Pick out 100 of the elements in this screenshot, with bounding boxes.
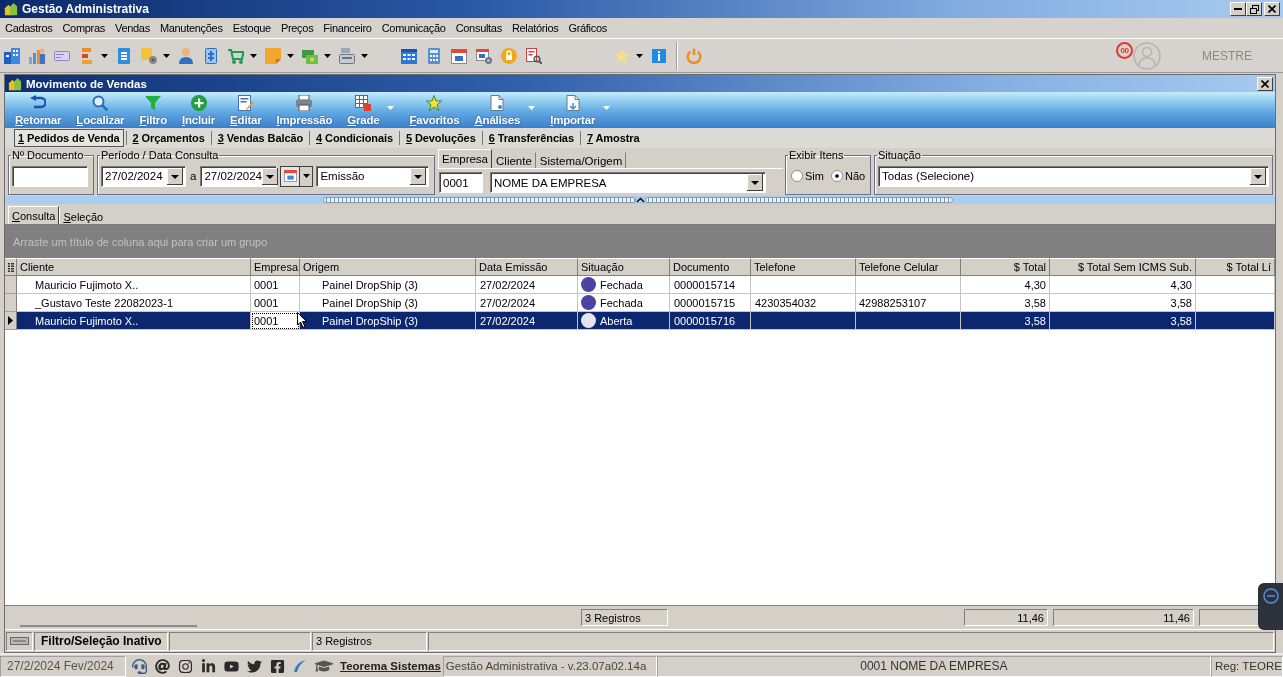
status-dropdown[interactable]: Todas (Selecione): [878, 165, 1269, 187]
app-logo-icon: [8, 76, 22, 91]
radio-option[interactable]: Não: [830, 170, 866, 182]
calendar-icon: [451, 47, 467, 64]
splitter-grip[interactable]: [323, 197, 636, 203]
group-label: Exibir Itens: [788, 149, 845, 161]
column-header[interactable]: Telefone Celular: [856, 258, 961, 276]
status-label: Aberta: [600, 314, 633, 327]
calendar-grid-icon: [401, 47, 417, 64]
column-header[interactable]: Origem: [300, 258, 476, 276]
splitter-bar[interactable]: [5, 196, 1275, 204]
mouse-pointer-icon: [297, 312, 307, 328]
close-icon: [1268, 5, 1276, 13]
caret-icon: [163, 53, 170, 58]
close-button[interactable]: [1257, 76, 1273, 91]
caret-icon: [361, 53, 368, 58]
menu-item[interactable]: Comunicação: [376, 19, 451, 37]
child-window-title: Movimento de Vendas: [26, 77, 148, 90]
column-header[interactable]: Documento: [670, 258, 751, 276]
tab[interactable]: 4 Condicionais: [312, 129, 397, 147]
menu-item[interactable]: Financeiro: [318, 19, 377, 37]
tab[interactable]: 1 Pedidos de Venda: [14, 129, 124, 147]
money-icon: [302, 47, 318, 64]
minimize-icon: [1234, 8, 1242, 10]
caret-icon: [250, 53, 257, 58]
table-row[interactable]: _Gustavo Teste 22082023-1 0001 Painel DropShip (3) 27/02/2024 Fechada 0000015715 4230354032 42988253107 3,58 3,58: [5, 294, 1275, 312]
caret-icon: [324, 53, 331, 58]
linkedin-icon[interactable]: [201, 658, 216, 674]
tab[interactable]: 2 Orçamentos: [128, 129, 209, 147]
date-type-dropdown[interactable]: Emissão: [316, 165, 430, 187]
menu-item[interactable]: Gráficos: [563, 19, 612, 37]
minus-circle-icon: [1262, 588, 1279, 604]
menu-item[interactable]: Cadastros: [0, 19, 58, 37]
instagram-icon[interactable]: [178, 658, 193, 674]
date-dropdown[interactable]: 27/02/2024: [200, 165, 278, 187]
status-label: Fechada: [600, 296, 643, 309]
minimize-button[interactable]: [1230, 2, 1246, 16]
grid-icon: [355, 94, 372, 111]
group-label: Período / Data Consulta: [100, 149, 220, 161]
caret-icon: [636, 53, 643, 58]
radio-option[interactable]: Sim: [791, 170, 824, 182]
caret-icon: [603, 106, 611, 110]
facebook-icon[interactable]: [270, 658, 285, 674]
column-header[interactable]: Data Emissão: [476, 258, 578, 276]
menu-item[interactable]: Estoque: [227, 19, 276, 37]
record-count: 3 Registros: [581, 609, 668, 626]
tab[interactable]: Empresa: [438, 149, 493, 168]
table-row[interactable]: Mauricio Fujimoto X.. 0001 Painel DropShip (3) 27/02/2024 Aberta 0000015716 3,58 3,58: [5, 312, 1275, 330]
company-link[interactable]: Teorema Sistemas: [340, 660, 441, 672]
company-panel: 0001 NOME DA EMPRESA: [656, 655, 1211, 677]
star-icon: [426, 94, 443, 111]
tab[interactable]: 3 Vendas Balcão: [213, 129, 308, 147]
company-dropdown[interactable]: NOME DA EMPRESA: [490, 172, 766, 193]
date-dropdown[interactable]: 27/02/2024: [101, 165, 186, 187]
menu-item[interactable]: Compras: [57, 19, 110, 37]
filter-icon: [145, 94, 162, 111]
caret-icon: [101, 53, 108, 58]
column-header[interactable]: Telefone: [751, 258, 856, 276]
company-code-field[interactable]: 0001: [439, 172, 483, 193]
window-title: Gestão Administrativa: [22, 2, 150, 16]
column-header[interactable]: Empresa: [251, 258, 300, 276]
group-label: Nº Documento: [11, 149, 85, 161]
menu-item[interactable]: Manutenções: [154, 19, 228, 37]
calendar-icon: [283, 170, 297, 182]
star-icon: [614, 47, 630, 64]
menu-item[interactable]: Preços: [275, 19, 319, 37]
close-button[interactable]: [1264, 2, 1280, 16]
menu-item[interactable]: Vendas: [109, 19, 155, 37]
user-name: MESTRE: [1202, 48, 1252, 63]
buildings-icon: [4, 47, 20, 64]
tab[interactable]: Consulta: [8, 206, 60, 224]
menu-item[interactable]: Consultas: [450, 19, 507, 37]
column-header[interactable]: $ Total Lí: [1196, 258, 1275, 276]
info-icon: [651, 47, 667, 64]
side-tab[interactable]: [1258, 583, 1283, 630]
restore-button[interactable]: [1246, 2, 1262, 16]
column-header[interactable]: Situação: [578, 258, 670, 276]
tab[interactable]: 7 Amostra: [582, 129, 644, 147]
splitter-grip[interactable]: [645, 197, 953, 203]
group-label: Situação: [877, 149, 922, 161]
menu-item[interactable]: Relatórios: [506, 19, 564, 37]
document-number-field[interactable]: [12, 165, 88, 187]
date-panel: 27/2/2024 Fev/2024: [0, 655, 126, 677]
column-header[interactable]: $ Total: [961, 258, 1050, 276]
at-sign-icon[interactable]: [155, 658, 170, 674]
total-value: 11,46: [1053, 609, 1194, 626]
package-gear-icon: [141, 47, 157, 64]
column-header[interactable]: $ Total Sem ICMS Sub.: [1050, 258, 1196, 276]
people-chart-icon: [29, 47, 45, 64]
column-header[interactable]: Cliente: [17, 258, 251, 276]
twitter-icon[interactable]: [247, 658, 262, 674]
headset-icon[interactable]: [132, 658, 147, 674]
tab[interactable]: 6 Transferências: [484, 129, 578, 147]
table-row[interactable]: Mauricio Fujimoto X.. 0001 Painel DropShip (3) 27/02/2024 Fechada 0000015714 4,30 4,30: [5, 276, 1275, 294]
row-pointer-icon: [8, 316, 13, 325]
caret-icon: [302, 174, 310, 178]
scrollbar[interactable]: [20, 625, 197, 627]
edit-icon: [237, 94, 254, 111]
calendar-button[interactable]: [280, 165, 314, 187]
tab[interactable]: 5 Devoluções: [401, 129, 480, 147]
